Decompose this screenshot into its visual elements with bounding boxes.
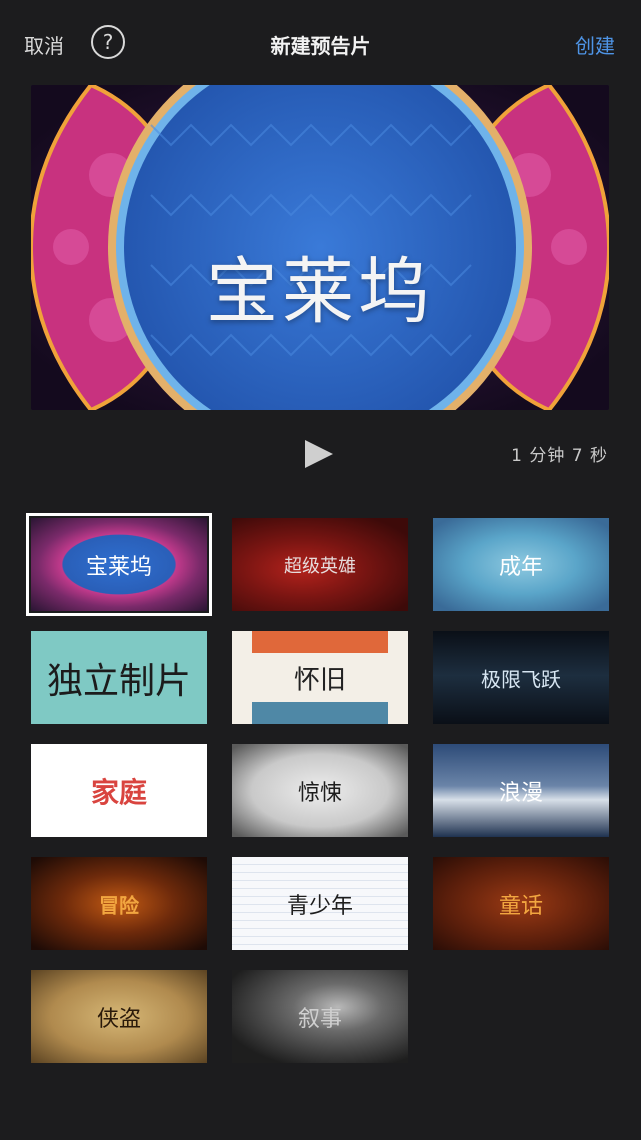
theme-tile-teen[interactable]: 青少年 xyxy=(232,857,408,950)
theme-tile-adventure[interactable]: 冒险 xyxy=(31,857,207,950)
theme-tile-extreme[interactable]: 极限飞跃 xyxy=(433,631,609,724)
theme-tile-coming-of-age[interactable]: 成年 xyxy=(433,518,609,611)
theme-label: 成年 xyxy=(498,554,543,580)
stripe-bottom xyxy=(252,702,388,724)
preview-title: 宝莱坞 xyxy=(205,249,434,334)
theme-label: 宝莱坞 xyxy=(85,554,152,580)
play-icon[interactable] xyxy=(305,440,333,468)
theme-label: 怀旧 xyxy=(293,665,346,695)
theme-tile-romance[interactable]: 浪漫 xyxy=(433,744,609,837)
create-button[interactable]: 创建 xyxy=(575,30,615,59)
theme-label: 冒险 xyxy=(99,893,139,917)
duration-label: 1 分钟 7 秒 xyxy=(511,446,608,466)
stripe-top xyxy=(252,631,388,653)
theme-tile-bollywood[interactable]: 宝莱坞 xyxy=(26,513,212,616)
theme-label: 超级英雄 xyxy=(284,555,356,577)
theme-tile-retro[interactable]: 怀旧 xyxy=(232,631,408,724)
theme-label: 惊悚 xyxy=(297,780,342,806)
page-title: 新建预告片 xyxy=(270,34,371,58)
top-bar: 取消 ? 新建预告片 创建 xyxy=(0,0,641,88)
theme-label: 极限飞跃 xyxy=(481,667,561,691)
theme-tile-narrative[interactable]: 叙事 xyxy=(232,970,408,1063)
theme-tile-thriller[interactable]: 惊悚 xyxy=(232,744,408,837)
theme-label: 童话 xyxy=(498,893,543,919)
theme-tile-superhero[interactable]: 超级英雄 xyxy=(232,518,408,611)
theme-tile-indie[interactable]: 独立制片 xyxy=(31,631,207,724)
theme-label: 叙事 xyxy=(297,1006,342,1032)
theme-label: 家庭 xyxy=(90,775,147,809)
theme-label: 浪漫 xyxy=(498,780,543,806)
theme-tile-heist[interactable]: 侠盗 xyxy=(31,970,207,1063)
theme-label: 独立制片 xyxy=(46,660,191,702)
theme-tile-fairy-tale[interactable]: 童话 xyxy=(433,857,609,950)
trailer-preview[interactable]: 宝莱坞 xyxy=(31,85,609,410)
theme-label: 青少年 xyxy=(286,893,353,919)
theme-tile-family[interactable]: 家庭 xyxy=(31,744,207,837)
theme-label: 侠盗 xyxy=(96,1006,141,1032)
